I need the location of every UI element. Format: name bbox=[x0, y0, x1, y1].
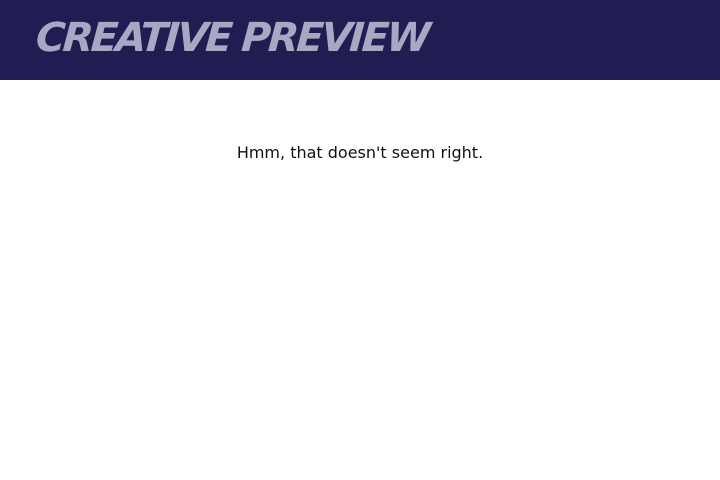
header-bar: CREATIVE PREVIEW bbox=[0, 0, 720, 80]
brand-logo: CREATIVE PREVIEW bbox=[34, 15, 430, 61]
error-message: Hmm, that doesn't seem right. bbox=[236, 143, 484, 162]
main-content: Hmm, that doesn't seem right. bbox=[0, 80, 720, 480]
